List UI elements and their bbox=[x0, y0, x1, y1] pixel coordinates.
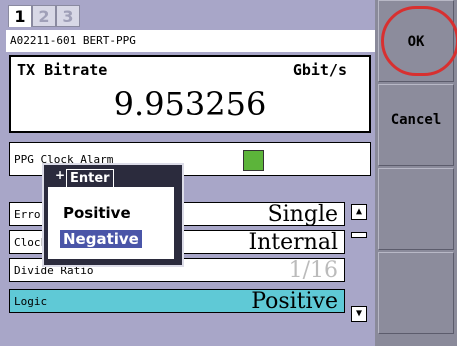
softkey-4[interactable] bbox=[378, 252, 454, 334]
option-positive[interactable]: Positive bbox=[60, 204, 134, 222]
highlight-ring bbox=[381, 6, 457, 76]
device-title: A02211-601 BERT-PPG bbox=[6, 30, 376, 52]
tx-bitrate-label: TX Bitrate bbox=[17, 61, 108, 79]
tx-bitrate-unit: Gbit/s bbox=[292, 61, 347, 79]
tab-3[interactable]: 3 bbox=[56, 5, 80, 27]
setting-label: Logic bbox=[14, 295, 48, 308]
alarm-led-indicator bbox=[243, 150, 264, 171]
enter-label: Enter bbox=[70, 171, 110, 186]
cancel-button[interactable]: Cancel bbox=[378, 84, 454, 166]
tab-1[interactable]: 1 bbox=[8, 5, 32, 27]
enter-button[interactable]: + Enter bbox=[55, 168, 114, 189]
softkey-3[interactable] bbox=[378, 168, 454, 250]
scroll-down-icon[interactable]: ▼ bbox=[351, 306, 367, 322]
tx-bitrate-display[interactable]: TX Bitrate Gbit/s 9.953256 bbox=[9, 55, 371, 133]
setting-value: Single bbox=[267, 202, 338, 227]
scrollbar[interactable]: ▲ ▼ bbox=[349, 202, 371, 328]
cancel-label: Cancel bbox=[390, 112, 442, 128]
setting-value: Internal bbox=[248, 230, 338, 255]
ok-button[interactable]: OK bbox=[378, 0, 457, 82]
logic-select-popup: + Enter Positive Negative bbox=[42, 163, 184, 267]
popup-options: Positive Negative bbox=[48, 187, 174, 259]
setting-row-logic[interactable]: Logic Positive bbox=[9, 289, 345, 314]
scroll-thumb[interactable] bbox=[351, 232, 367, 238]
setting-value: Positive bbox=[251, 289, 338, 314]
main-panel: 1 2 3 A02211-601 BERT-PPG TX Bitrate Gbi… bbox=[0, 0, 376, 346]
option-negative[interactable]: Negative bbox=[60, 230, 142, 248]
softkey-panel: OK Cancel bbox=[375, 0, 457, 346]
tab-bar: 1 2 3 bbox=[8, 5, 80, 27]
scroll-up-icon[interactable]: ▲ bbox=[351, 204, 367, 220]
plus-icon: + bbox=[55, 168, 66, 182]
tab-2[interactable]: 2 bbox=[32, 5, 56, 27]
tx-bitrate-value: 9.953256 bbox=[113, 85, 267, 123]
setting-value: 1/16 bbox=[288, 258, 338, 283]
